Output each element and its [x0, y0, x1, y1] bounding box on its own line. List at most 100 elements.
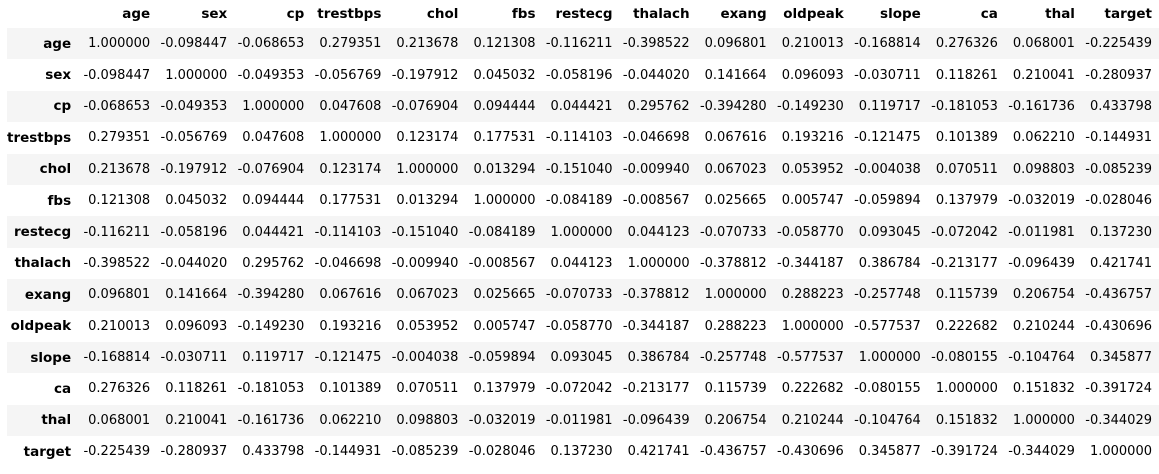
table-cell: 0.013294 [473, 161, 536, 177]
table-cell: 0.288223 [704, 318, 767, 334]
table-cell: -0.098447 [160, 36, 228, 52]
column-header: thalach [633, 6, 690, 22]
row-label: cp [53, 98, 72, 115]
table-cell: -0.068653 [237, 36, 305, 52]
table-cell: -0.084189 [545, 193, 613, 209]
table-cell: 0.005747 [473, 318, 536, 334]
column-header: target [1104, 6, 1153, 22]
table-cell: -0.378812 [699, 255, 767, 271]
table-cell: 0.025665 [704, 193, 767, 209]
table-cell: -0.070733 [699, 224, 767, 240]
table-cell: 0.062210 [1012, 130, 1075, 146]
table-cell: 0.345877 [1089, 350, 1152, 366]
table-cell: -0.104764 [1008, 350, 1075, 366]
table-cell: -0.280937 [1085, 67, 1152, 83]
table-cell: 1.000000 [319, 130, 382, 146]
table-cell: 0.013294 [396, 193, 459, 209]
table-cell: 0.070511 [935, 161, 998, 177]
column-header: oldpeak [783, 6, 844, 22]
table-cell: -0.213177 [931, 255, 998, 271]
table-cell: 0.222682 [781, 381, 844, 397]
table-cell: 0.222682 [935, 318, 998, 334]
table-cell: -0.149230 [777, 98, 844, 114]
table-cell: 0.295762 [242, 255, 305, 271]
table-cell: -0.144931 [1085, 130, 1152, 146]
table-cell: -0.046698 [314, 255, 382, 271]
table-cell: -0.044020 [160, 255, 228, 271]
table-cell: 0.206754 [1012, 287, 1075, 303]
row-label: thalach [14, 255, 72, 272]
table-cell: 0.151832 [935, 412, 998, 428]
table-cell: -0.046698 [622, 130, 690, 146]
table-row: restecg -0.116211 -0.058196 0.044421 -0.1141… [7, 216, 1159, 248]
column-header: sex [201, 6, 228, 22]
table-row: trestbps 0.279351 -0.056769 0.047608 1.00000… [7, 122, 1159, 154]
table-cell: -0.076904 [237, 161, 305, 177]
table-cell: -0.104764 [854, 412, 921, 428]
column-header: ca [980, 6, 998, 22]
table-cell: -0.009940 [622, 161, 690, 177]
row-label: restecg [14, 224, 72, 241]
table-cell: 1.000000 [858, 350, 921, 366]
table-cell: 1.000000 [396, 161, 459, 177]
table-cell: 0.421741 [627, 444, 690, 460]
table-cell: 0.096801 [88, 287, 151, 303]
table-cell: 0.193216 [781, 130, 844, 146]
table-cell: 0.094444 [242, 193, 305, 209]
table-cell: 0.177531 [473, 130, 536, 146]
row-label: sex [45, 67, 72, 84]
table-cell: 0.098803 [1012, 161, 1075, 177]
table-cell: 0.213678 [396, 36, 459, 52]
table-cell: -0.032019 [1008, 193, 1075, 209]
table-cell: -0.378812 [622, 287, 690, 303]
table-cell: 0.067023 [396, 287, 459, 303]
table-cell: -0.398522 [622, 36, 690, 52]
table-cell: 0.213678 [88, 161, 151, 177]
row-label: trestbps [7, 129, 72, 146]
table-cell: 0.067023 [704, 161, 767, 177]
table-cell: -0.257748 [699, 350, 767, 366]
table-cell: -0.144931 [314, 444, 382, 460]
table-cell: -0.098447 [83, 67, 151, 83]
table-cell: -0.168814 [854, 36, 921, 52]
table-cell: -0.072042 [931, 224, 998, 240]
table-cell: 0.068001 [88, 412, 151, 428]
table-cell: -0.011981 [545, 412, 613, 428]
table-cell: -0.436757 [699, 444, 767, 460]
table-row: oldpeak 0.210013 0.096093 -0.149230 0.193216… [7, 310, 1159, 342]
table-cell: 0.137979 [935, 193, 998, 209]
table-cell: -0.430696 [777, 444, 844, 460]
table-cell: 0.210013 [88, 318, 151, 334]
table-cell: 0.210041 [165, 412, 228, 428]
table-cell: 0.123174 [396, 130, 459, 146]
table-cell: 0.047608 [319, 98, 382, 114]
row-label: slope [30, 349, 72, 366]
table-cell: 1.000000 [1089, 444, 1152, 460]
table-cell: 0.137230 [550, 444, 613, 460]
table-cell: -0.030711 [854, 67, 921, 83]
column-header: restecg [555, 6, 613, 22]
table-cell: -0.197912 [391, 67, 459, 83]
table-cell: 0.044123 [550, 255, 613, 271]
table-cell: 0.044421 [242, 224, 305, 240]
table-cell: 0.177531 [319, 193, 382, 209]
table-cell: -0.114103 [314, 224, 382, 240]
table-cell: 0.115739 [704, 381, 767, 397]
table-cell: 1.000000 [781, 318, 844, 334]
table-cell: -0.257748 [854, 287, 921, 303]
table-cell: -0.121475 [314, 350, 382, 366]
table-cell: 0.044421 [550, 98, 613, 114]
table-cell: 1.000000 [165, 67, 228, 83]
table-cell: -0.028046 [1085, 193, 1152, 209]
table-row: sex -0.098447 1.000000 -0.049353 -0.056769 -0… [7, 59, 1159, 91]
table-cell: -0.161736 [237, 412, 305, 428]
table-cell: 0.045032 [473, 67, 536, 83]
table-cell: -0.225439 [1085, 36, 1152, 52]
table-cell: 0.119717 [858, 98, 921, 114]
table-cell: 0.096801 [704, 36, 767, 52]
table-cell: 0.210041 [1012, 67, 1075, 83]
table-cell: -0.084189 [468, 224, 536, 240]
table-cell: 0.345877 [858, 444, 921, 460]
table-cell: 0.386784 [627, 350, 690, 366]
table-cell: -0.577537 [777, 350, 844, 366]
